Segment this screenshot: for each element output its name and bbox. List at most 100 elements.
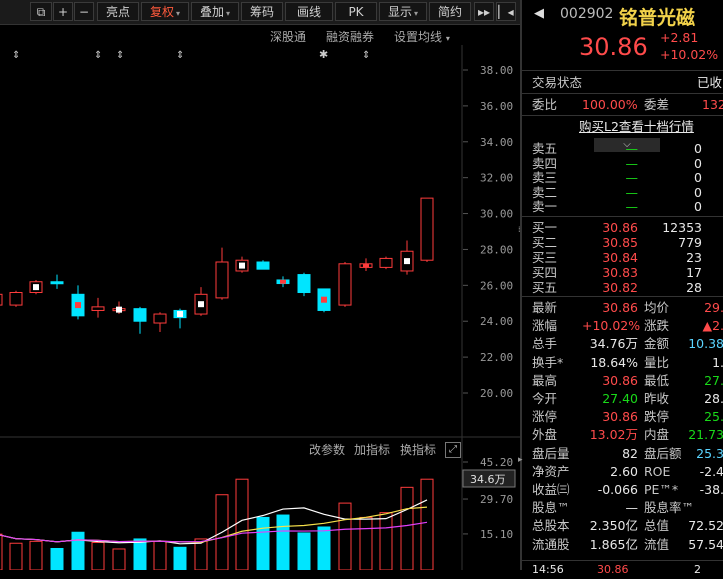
volume-bar: [276, 514, 290, 570]
price-change-pct: +10.02%: [660, 47, 719, 62]
panel-divider[interactable]: [520, 0, 521, 570]
tick-price: 30.86: [597, 563, 629, 576]
stat-value: 10.38: [688, 336, 723, 352]
candle-body: [0, 293, 3, 306]
volume-bar: [173, 546, 187, 570]
stat-label: 外盘: [532, 427, 558, 443]
candle-body: [215, 261, 229, 299]
book-volume: 28: [686, 280, 702, 295]
collapse-arrow-icon[interactable]: ▸: [518, 455, 523, 467]
toolbar-simple-button[interactable]: 简约: [429, 2, 471, 21]
weibi-label: 委比: [532, 97, 558, 112]
event-marker-icon: ⇕: [12, 50, 20, 61]
chart-toolbar: ⧉ + − 亮点 复权 ▾ 叠加 ▾ 筹码 画线 PK 显示 ▾ 简约 ▸▸ ▏◂: [0, 0, 520, 25]
weibi-value: 100.00%: [582, 97, 638, 112]
stat-label: 盘后额: [644, 445, 682, 461]
candle-body: [153, 313, 167, 324]
stat-value: 30.86: [602, 409, 638, 425]
stat-label: 涨幅: [532, 318, 558, 334]
stat-value: 28.: [704, 391, 723, 406]
weicha-value: 132: [702, 97, 723, 112]
collapse-icon[interactable]: ▏◂: [496, 2, 516, 21]
stock-code: 002902: [560, 6, 614, 22]
stat-label: 换手*: [532, 354, 564, 370]
toolbar-restore-rights-button[interactable]: 复权 ▾: [141, 2, 189, 21]
toolbar-draw-line-button[interactable]: 画线: [285, 2, 333, 21]
event-marker-icon: ✱: [319, 48, 328, 61]
toolbar-display-button[interactable]: 显示 ▾: [379, 2, 427, 21]
price-tick-label: 28.00: [480, 243, 513, 256]
price-change: +2.81: [660, 30, 699, 45]
stat-value: 2.350亿: [589, 518, 638, 534]
switch-indicator-button[interactable]: 换指标: [400, 441, 436, 458]
toolbar-highlights-button[interactable]: 亮点: [97, 2, 139, 21]
stat-value: —: [625, 500, 639, 516]
l2-purchase-link[interactable]: 购买L2查看十档行情: [579, 118, 694, 136]
modify-params-button[interactable]: 改参数: [309, 441, 345, 458]
expand-right-icon[interactable]: ▸▸: [474, 2, 494, 21]
candle-body: [420, 197, 434, 261]
stat-value: +10.02%: [582, 318, 641, 334]
candle-body: [338, 263, 352, 306]
event-marker-icon: ⇕: [94, 50, 102, 61]
stat-label: 均价: [644, 300, 670, 315]
stat-label: ROE: [644, 463, 671, 479]
volume-tag: 34.6万: [470, 473, 506, 486]
quote-panel: ◀ 002902 铭普光磁 30.86 +2.81 +10.02% 交易状态 已…: [521, 0, 723, 576]
candle-mark: [33, 284, 39, 291]
trade-status-label: 交易状态: [532, 75, 583, 90]
volume-tick-label: 29.70: [480, 493, 513, 506]
book-price: —: [625, 199, 639, 214]
back-arrow-icon[interactable]: ◀: [534, 6, 544, 21]
trade-status-value: 已收: [697, 75, 723, 90]
chevron-down-icon: ▾: [176, 9, 181, 18]
event-marker-icon: ⇕: [116, 50, 124, 61]
toolbar-pk-button[interactable]: PK: [335, 2, 377, 21]
stat-label: 金额: [644, 336, 670, 352]
toolbar-chips-button[interactable]: 筹码: [241, 2, 283, 21]
volume-bar: [71, 531, 85, 570]
expand-indicator-icon[interactable]: ⤢: [445, 442, 461, 458]
price-tick-label: 22.00: [480, 351, 513, 364]
add-indicator-button[interactable]: 加指标: [354, 441, 390, 458]
layout-icon[interactable]: ⧉: [30, 2, 52, 21]
stat-label: 涨停: [532, 409, 558, 425]
candle-body: [297, 274, 311, 294]
volume-bar: [29, 540, 43, 570]
toolbar-overlay-button[interactable]: 叠加 ▾: [191, 2, 239, 21]
stat-label: 最低: [644, 372, 670, 388]
stat-label: 股息™: [532, 500, 570, 516]
stat-value: 18.64%: [590, 354, 638, 370]
candle-body: [50, 281, 64, 285]
stat-value: 30.86: [602, 372, 638, 388]
stat-label: 收益㈢: [532, 482, 570, 497]
candle-mark: [116, 306, 122, 313]
price-tick-label: 32.00: [480, 172, 513, 185]
candle-mark: [198, 301, 204, 308]
stat-value: [682, 499, 723, 517]
stat-value: 27.: [704, 372, 723, 388]
stat-label: 涨跌: [644, 318, 670, 334]
kline-chart[interactable]: 深股通 融资融券 设置均线 ▾ 38.00 36.00 34.00 32.00 30.0…: [0, 25, 520, 570]
stat-label: 盘后量: [532, 445, 570, 461]
stat-value: -0.066: [597, 482, 638, 497]
candle-mark: [363, 263, 369, 268]
stat-label: 流值: [644, 536, 670, 552]
stat-label: 内盘: [644, 427, 670, 443]
zoom-out-button[interactable]: −: [74, 2, 94, 21]
book-label: 卖一: [532, 199, 558, 214]
candle-mark: [280, 279, 286, 284]
volume-bar: [420, 478, 434, 570]
price-tick-label: 34.00: [480, 136, 513, 149]
volume-bar: [112, 548, 126, 570]
price-tick-label: 20.00: [480, 387, 513, 400]
drag-handle-icon[interactable]: ⁞: [518, 225, 523, 237]
book-price: 30.82: [602, 280, 638, 295]
stat-label: 总手: [532, 336, 558, 352]
stat-label: 最新: [532, 300, 558, 315]
stat-label: 总股本: [532, 518, 570, 534]
volume-bar: [338, 502, 352, 570]
zoom-in-button[interactable]: +: [53, 2, 73, 21]
volume-bar: [256, 516, 270, 570]
chevron-down-icon: ▾: [414, 9, 419, 18]
